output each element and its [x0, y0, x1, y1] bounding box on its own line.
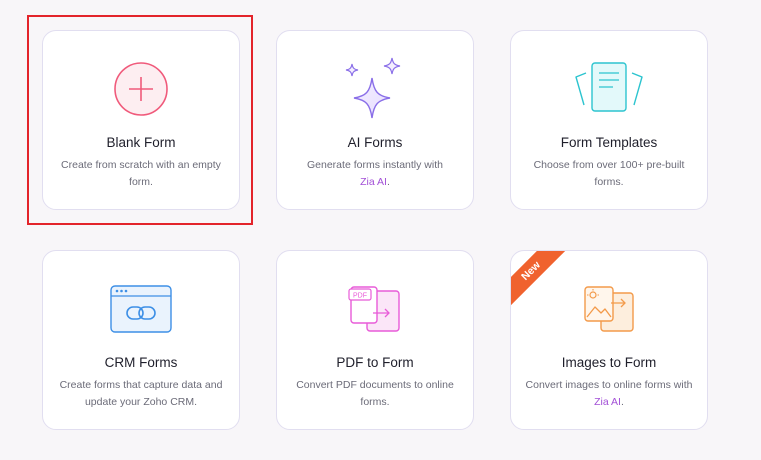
ai-forms-card[interactable]: AI Forms Generate forms instantly with Z… — [276, 30, 474, 210]
pdf-to-form-card[interactable]: PDF PDF to Form Convert PDF documents to… — [276, 250, 474, 430]
image-convert-icon — [511, 273, 707, 345]
card-description: Generate forms instantly with Zia AI. — [287, 157, 463, 191]
crm-window-link-icon — [43, 273, 239, 345]
card-title: Form Templates — [560, 135, 658, 150]
card-description-line: Create forms that capture data and — [59, 379, 223, 391]
card-description-line: Convert images to online forms with — [525, 379, 693, 391]
template-document-icon — [511, 53, 707, 125]
card-description-suffix: . — [386, 176, 390, 188]
sparkle-icon — [277, 53, 473, 125]
pdf-badge-label: PDF — [353, 293, 367, 300]
form-templates-card[interactable]: Form Templates Choose from over 100+ pre… — [510, 30, 708, 210]
card-description: Convert PDF documents to online forms. — [287, 377, 463, 411]
card-description-line: forms. — [594, 176, 624, 188]
card-title: CRM Forms — [104, 355, 178, 370]
images-to-form-card[interactable]: New Images to Form Convert images to onl… — [510, 250, 708, 430]
card-description: Create forms that capture data and updat… — [53, 377, 229, 411]
form-creation-options: Blank Form Create from scratch with an e… — [0, 0, 761, 460]
card-title: AI Forms — [347, 135, 403, 150]
zia-ai-link[interactable]: Zia AI — [360, 176, 387, 188]
card-description-line: update your Zoho CRM. — [84, 396, 198, 408]
card-description-line: forms. — [360, 396, 390, 408]
card-description: Convert images to online forms with Zia … — [521, 377, 697, 411]
selection-highlight-box — [27, 15, 253, 225]
card-description-line: Convert PDF documents to online — [296, 379, 454, 391]
crm-forms-card[interactable]: CRM Forms Create forms that capture data… — [42, 250, 240, 430]
card-title: PDF to Form — [336, 355, 414, 370]
zia-ai-link[interactable]: Zia AI — [594, 396, 621, 408]
card-title: Images to Form — [561, 355, 657, 370]
card-description-suffix: . — [620, 396, 624, 408]
card-description-line: Choose from over 100+ pre-built — [533, 159, 685, 171]
pdf-convert-icon: PDF — [277, 273, 473, 345]
card-description-line: Generate forms instantly with — [307, 159, 443, 171]
card-description: Choose from over 100+ pre-built forms. — [521, 157, 697, 191]
